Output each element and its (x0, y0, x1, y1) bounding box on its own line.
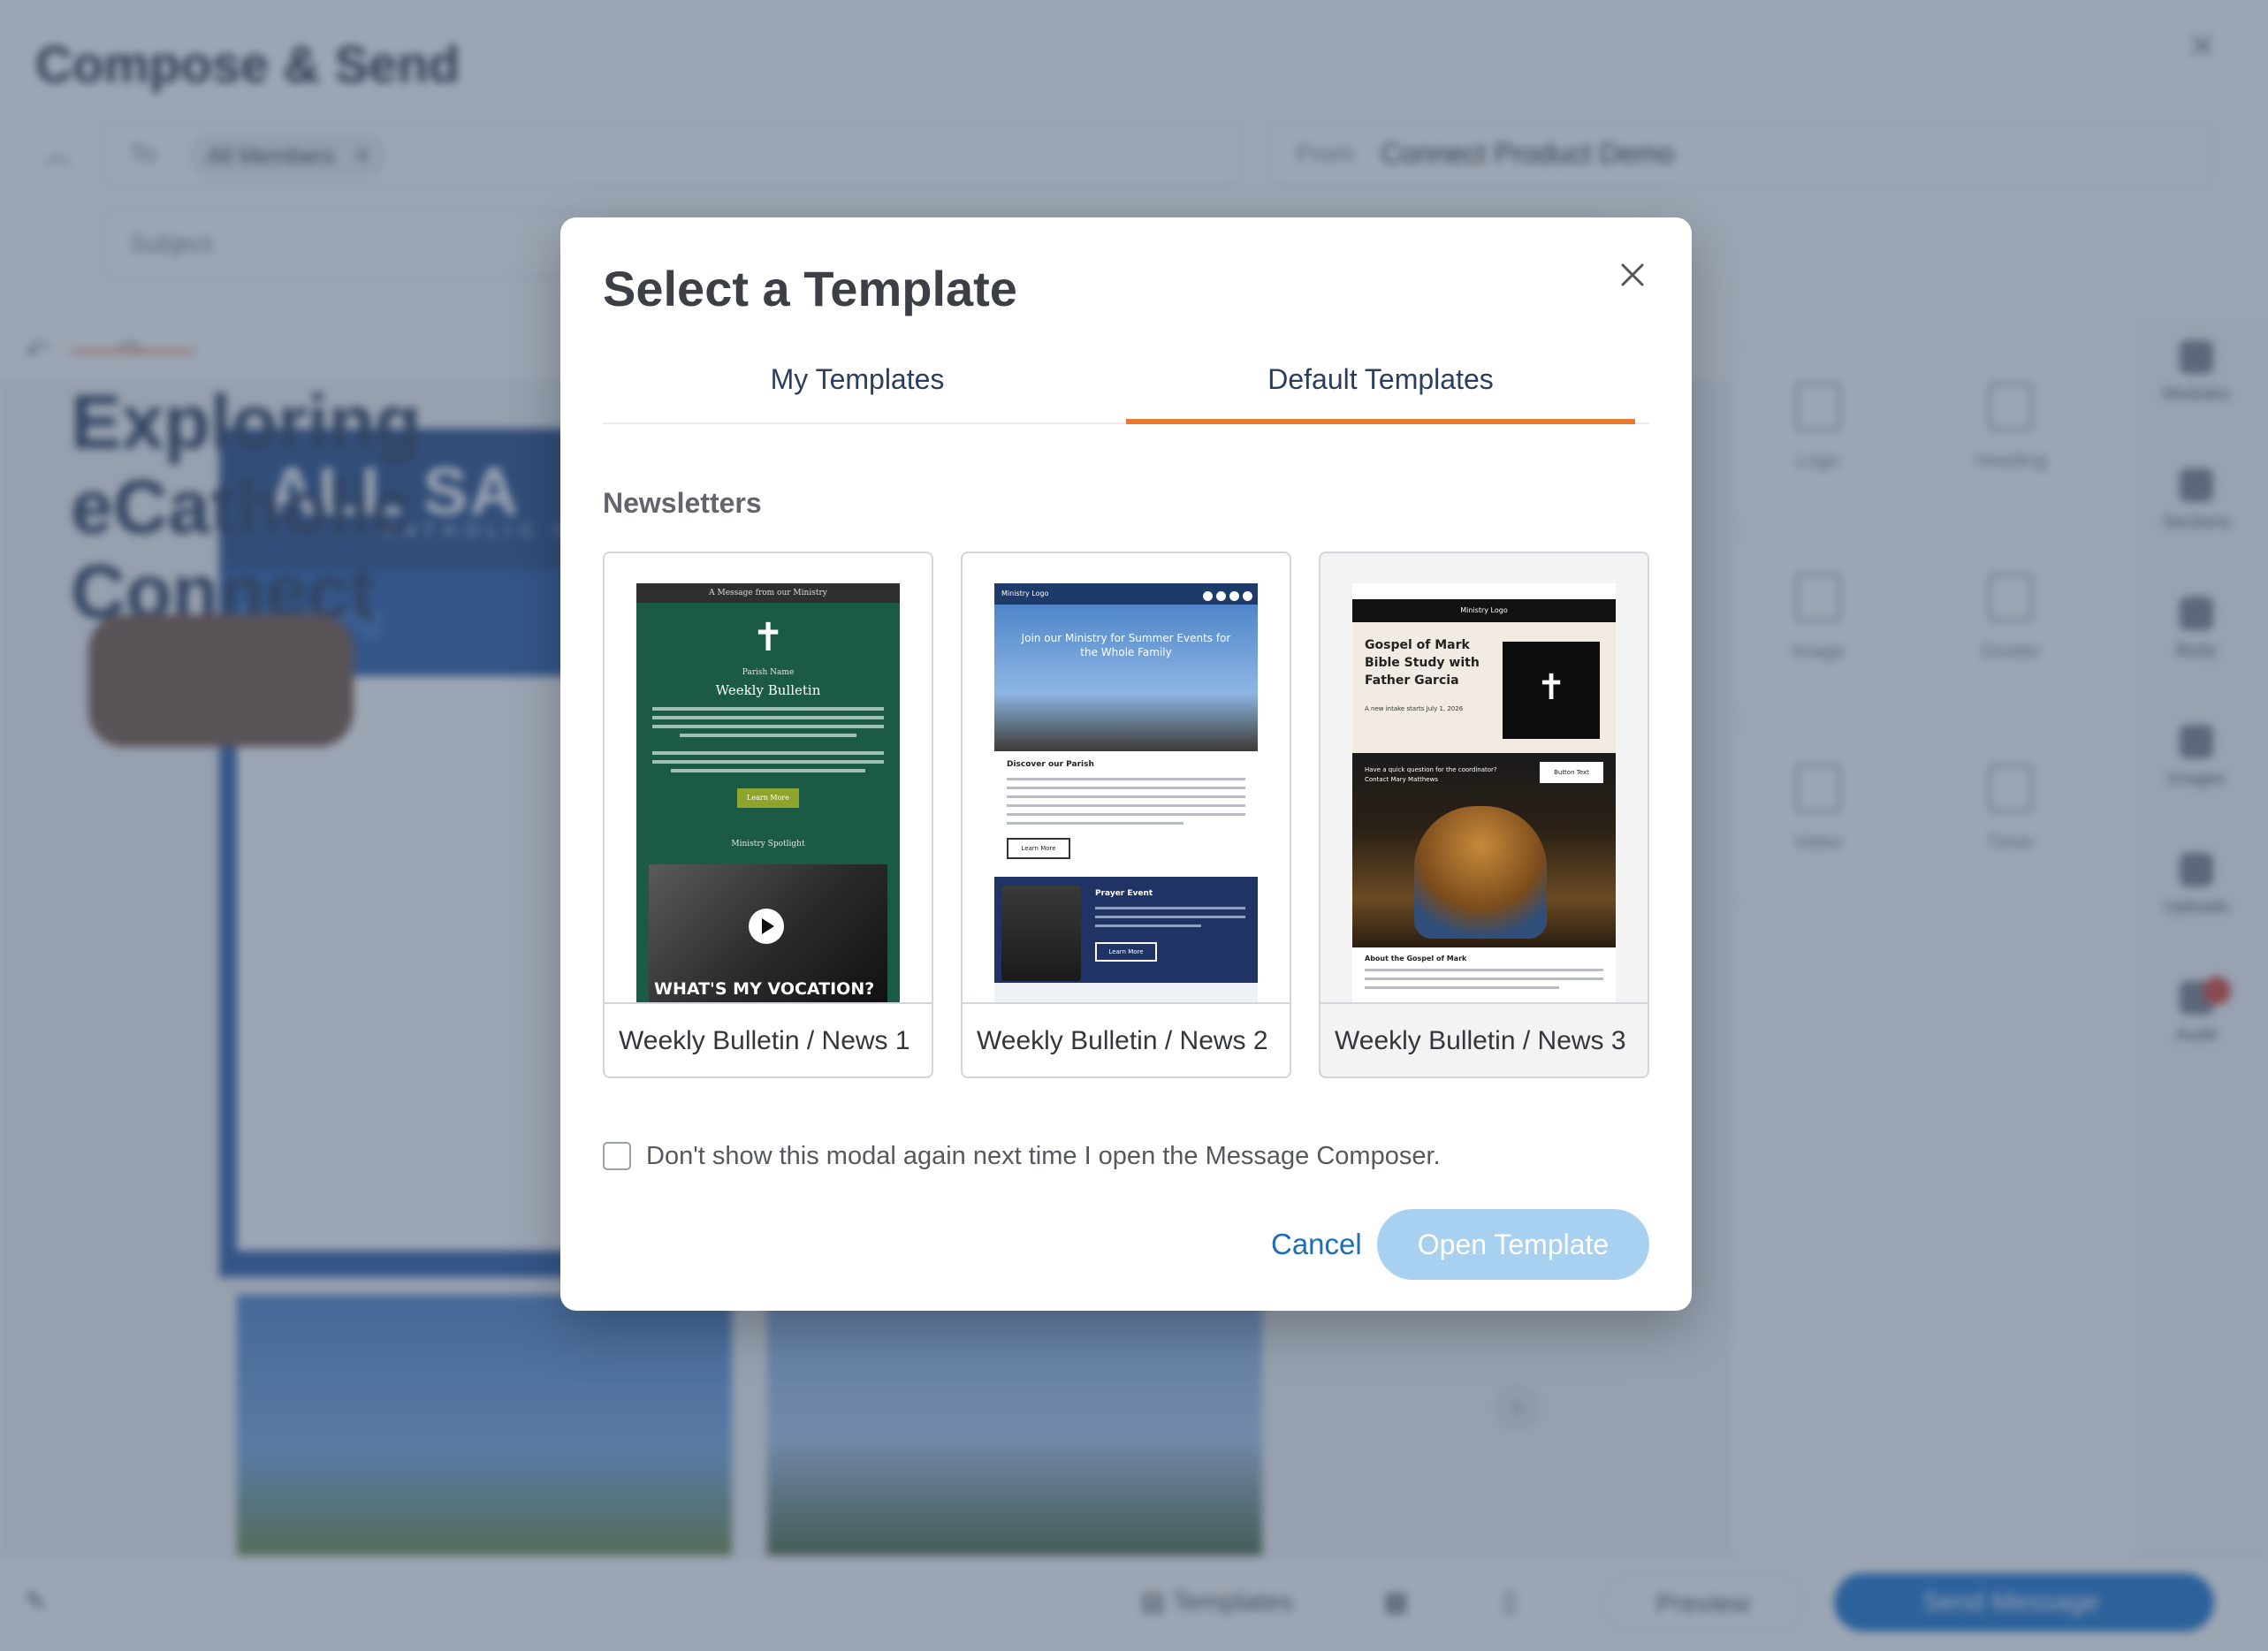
t1-parish: Parish Name (742, 668, 795, 677)
close-icon[interactable] (1609, 251, 1656, 299)
cross-icon: ✝ (1503, 642, 1600, 739)
text-line (1007, 778, 1245, 780)
t2-prayer-title: Prayer Event (1095, 889, 1153, 898)
dont-show-label: Don't show this modal again next time I … (646, 1141, 1441, 1170)
text-line (1095, 924, 1201, 927)
text-line (652, 751, 884, 755)
t2-button: Learn More (1007, 838, 1070, 859)
template-card-1[interactable]: A Message from our Ministry ✝ Parish Nam… (603, 552, 933, 1078)
text-line (1365, 986, 1559, 989)
cross-icon: ✝ (751, 615, 785, 660)
text-line (680, 734, 856, 737)
active-tab-indicator (1126, 419, 1635, 424)
text-line (652, 716, 884, 719)
dont-show-again-option[interactable]: Don't show this modal again next time I … (603, 1140, 1441, 1172)
t3-logo: Ministry Logo (1352, 599, 1616, 622)
t1-top-text: A Message from our Ministry (636, 583, 900, 603)
dont-show-checkbox[interactable] (603, 1142, 631, 1170)
template-card-2[interactable]: Ministry Logo Join our Ministry for Summ… (961, 552, 1291, 1078)
saint-figure (1414, 806, 1547, 939)
t2-footer (994, 983, 1258, 1002)
section-newsletters: Newsletters (603, 487, 762, 519)
text-line (652, 725, 884, 728)
text-line (1007, 795, 1245, 798)
t2-logo: Ministry Logo (1001, 590, 1049, 597)
text-line (671, 769, 865, 772)
text-line (1095, 916, 1245, 918)
text-line (1365, 978, 1603, 980)
t3-about: About the Gospel of Mark (1365, 955, 1467, 962)
t3-question: Have a quick question for the coordinato… (1365, 766, 1497, 783)
t3-header: Gospel of Mark Bible Study with Father G… (1352, 622, 1616, 753)
text-line (652, 760, 884, 764)
select-template-modal: Select a Template My Templates Default T… (560, 217, 1692, 1311)
t3-painting: Have a quick question for the coordinato… (1352, 753, 1616, 947)
t3-date: A new intake starts July 1, 2026 (1365, 705, 1464, 712)
t2-prayer-button: Learn More (1095, 942, 1157, 962)
t2-logo-bar: Ministry Logo (994, 583, 1258, 605)
template-name-2: Weekly Bulletin / News 2 (963, 1002, 1290, 1077)
text-line (1007, 813, 1245, 816)
text-line (1007, 787, 1245, 789)
template-preview-1: A Message from our Ministry ✝ Parish Nam… (636, 583, 900, 1002)
template-name-1: Weekly Bulletin / News 1 (605, 1002, 932, 1077)
cancel-button[interactable]: Cancel (1271, 1209, 1362, 1280)
t3-title: Gospel of Mark Bible Study with Father G… (1365, 638, 1480, 688)
template-preview-3: Ministry Logo Gospel of Mark Bible Study… (1352, 583, 1616, 1002)
t2-prayer-section: Prayer Event Learn More (994, 877, 1258, 983)
t2-hero-image: Join our Ministry for Summer Events for … (994, 605, 1258, 751)
modal-title: Select a Template (603, 261, 1017, 316)
t1-spotlight: Ministry Spotlight (731, 840, 805, 848)
t1-title: Weekly Bulletin (715, 682, 821, 698)
video-thumbnail: WHAT'S MY VOCATION? (649, 864, 887, 1002)
tab-my-templates[interactable]: My Templates (603, 350, 1112, 424)
t3-button: Button Text (1540, 762, 1603, 783)
template-card-3[interactable]: Ministry Logo Gospel of Mark Bible Study… (1319, 552, 1649, 1078)
play-icon (749, 909, 784, 944)
text-line (1365, 969, 1603, 971)
template-preview-2: Ministry Logo Join our Ministry for Summ… (994, 583, 1258, 1002)
t1-video-text: WHAT'S MY VOCATION? (654, 979, 875, 999)
text-line (652, 707, 884, 711)
t2-section-title: Discover our Parish (1007, 760, 1094, 769)
template-name-3: Weekly Bulletin / News 3 (1320, 1002, 1648, 1077)
text-line (1095, 907, 1245, 909)
text-line (1007, 804, 1245, 807)
t2-hero-text: Join our Ministry for Summer Events for … (1021, 632, 1231, 658)
template-tabs: My Templates Default Templates (603, 350, 1649, 424)
t2-prayer-image (1001, 886, 1081, 981)
tab-default-templates[interactable]: Default Templates (1126, 350, 1635, 424)
t1-button: Learn More (737, 788, 799, 808)
open-template-button[interactable]: Open Template (1377, 1209, 1649, 1280)
text-line (1007, 822, 1183, 825)
